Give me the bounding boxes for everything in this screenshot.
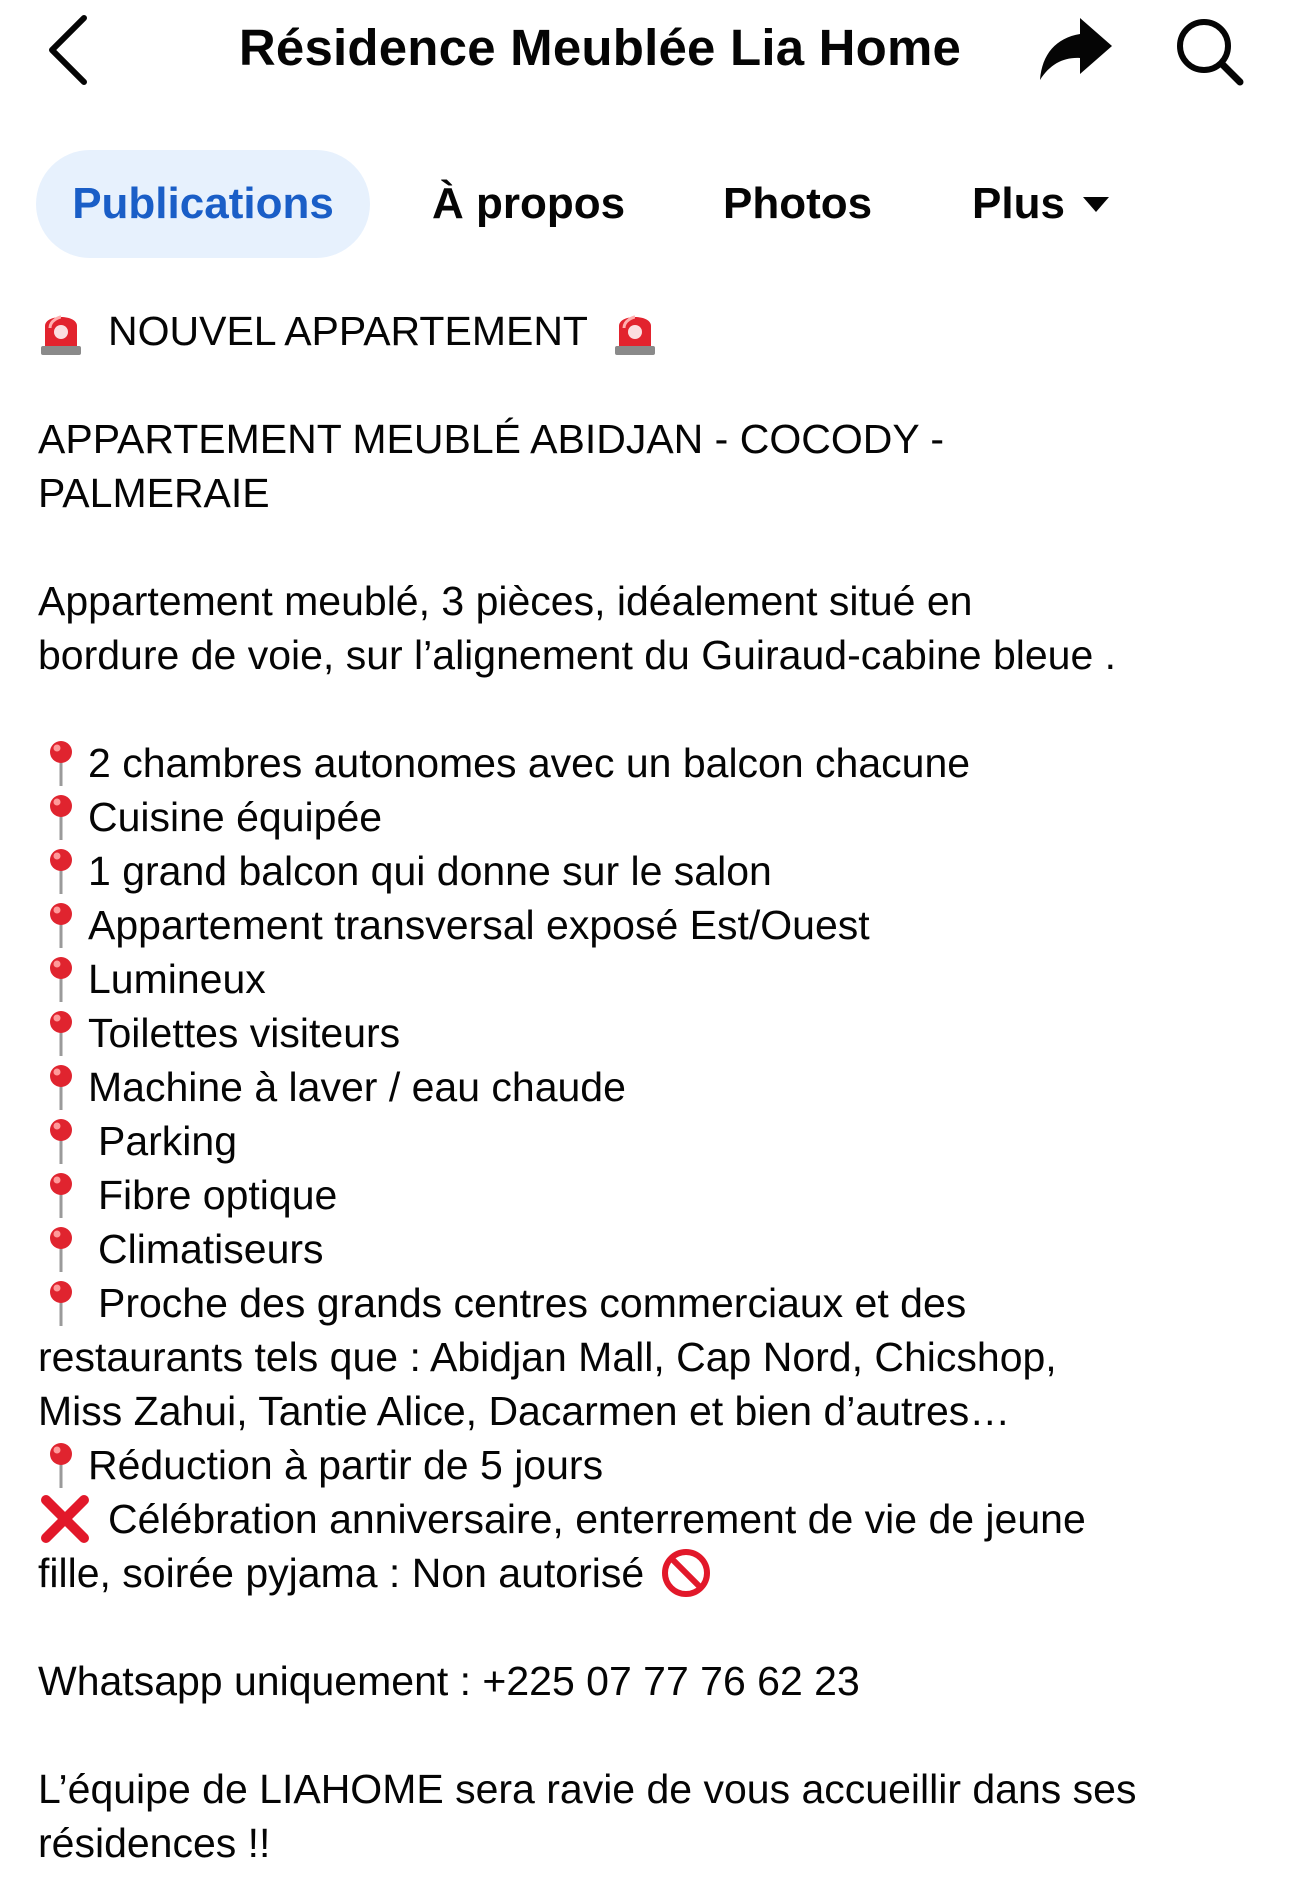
caret-down-icon [1082, 197, 1109, 212]
prohibited-icon [662, 1549, 711, 1597]
feature-item: Cuisine équipée [38, 790, 382, 844]
feature-item: Machine à laver / eau chaude [38, 1060, 626, 1114]
search-button[interactable] [1170, 12, 1248, 88]
post-description-line: Appartement meublé, 3 pièces, idéalement… [38, 578, 973, 624]
forbidden-continuation-line: fille, soirée pyjama : Non autorisé [38, 1546, 712, 1600]
pushpin-icon [50, 849, 72, 894]
tab-a-propos[interactable]: À propos [432, 150, 625, 258]
post-subtitle-line: APPARTEMENT MEUBLÉ ABIDJAN - COCODY - [38, 416, 944, 462]
post-headline: NOUVEL APPARTEMENT [38, 304, 658, 358]
cross-mark-icon [41, 1495, 89, 1543]
pushpin-icon [50, 1119, 72, 1164]
share-arrow-icon [1040, 18, 1112, 80]
feature-item: 1 grand balcon qui donne sur le salon [38, 844, 772, 898]
pushpin-icon [50, 957, 72, 1002]
feature-item: Climatiseurs [38, 1222, 324, 1276]
tab-publications[interactable]: Publications [36, 150, 370, 258]
feature-continuation-line: Miss Zahui, Tantie Alice, Dacarmen et bi… [38, 1388, 1011, 1434]
feature-item: Toilettes visiteurs [38, 1006, 400, 1060]
tab-plus-label: Plus [972, 179, 1065, 228]
forbidden-item: Célébration anniversaire, enterrement de… [38, 1492, 1086, 1546]
siren-icon [614, 315, 655, 355]
feature-item: Parking [38, 1114, 237, 1168]
profile-tabs: Publications À propos Photos Plus [0, 150, 1290, 258]
pushpin-icon [50, 1011, 72, 1056]
top-bar: Résidence Meublée Lia Home [0, 0, 1290, 110]
post-description-line: bordure de voie, sur l’alignement du Gui… [38, 632, 1117, 678]
share-button[interactable] [1036, 14, 1116, 84]
tab-photos[interactable]: Photos [723, 150, 872, 258]
feature-continuation-line: restaurants tels que : Abidjan Mall, Cap… [38, 1334, 1057, 1380]
pushpin-icon [50, 1443, 72, 1488]
headline-text: NOUVEL APPARTEMENT [108, 308, 588, 354]
siren-icon [41, 315, 81, 355]
feature-item: Proche des grands centres commerciaux et… [38, 1276, 966, 1330]
pushpin-icon [50, 903, 72, 948]
closing-line: résidences !! [38, 1820, 271, 1866]
pushpin-icon [50, 1065, 72, 1110]
feature-item: Appartement transversal exposé Est/Ouest [38, 898, 870, 952]
chevron-left-icon [49, 15, 87, 85]
pushpin-icon [50, 795, 72, 840]
feature-item: 2 chambres autonomes avec un balcon chac… [38, 736, 970, 790]
feature-item: Lumineux [38, 952, 266, 1006]
pushpin-icon [50, 1173, 72, 1218]
whatsapp-contact: Whatsapp uniquement : +225 07 77 76 62 2… [38, 1658, 860, 1704]
closing-line: L’équipe de LIAHOME sera ravie de vous a… [38, 1766, 1137, 1812]
feature-item: Réduction à partir de 5 jours [38, 1438, 603, 1492]
page-title: Résidence Meublée Lia Home [238, 19, 962, 76]
pushpin-icon [50, 741, 72, 786]
back-button[interactable] [40, 12, 100, 88]
feature-item: Fibre optique [38, 1168, 337, 1222]
search-icon [1177, 19, 1244, 86]
pushpin-icon [50, 1227, 72, 1272]
tab-plus[interactable]: Plus [972, 150, 1111, 258]
post-subtitle-line: PALMERAIE [38, 470, 270, 516]
pushpin-icon [50, 1281, 72, 1326]
